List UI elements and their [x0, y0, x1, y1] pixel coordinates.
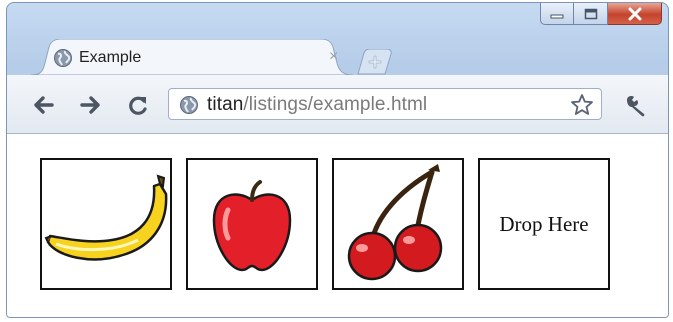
apple-tile[interactable]: [186, 158, 318, 290]
maximize-icon: [584, 8, 597, 19]
forward-arrow-icon[interactable]: [79, 95, 103, 115]
close-icon: [628, 7, 641, 20]
reload-icon[interactable]: [127, 95, 149, 117]
tab-example[interactable]: Example ×: [31, 39, 353, 76]
tab-title: Example: [79, 49, 142, 66]
minimize-button[interactable]: [540, 3, 574, 25]
drop-target[interactable]: Drop Here: [478, 158, 610, 290]
page-content: Drop Here: [7, 134, 668, 317]
close-window-button[interactable]: [608, 3, 662, 25]
banana-image: [44, 174, 168, 261]
globe-icon: [54, 49, 72, 67]
minimize-icon: [550, 14, 564, 18]
toolbar: titan/listings/example.html: [7, 75, 668, 134]
tab-close-icon[interactable]: ×: [329, 49, 338, 65]
window-controls: [540, 3, 662, 27]
back-arrow-icon[interactable]: [31, 95, 55, 115]
url-path: /listings/example.html: [243, 94, 428, 115]
wrench-icon[interactable]: [623, 94, 649, 118]
new-tab-button[interactable]: [357, 49, 395, 75]
drop-target-label: Drop Here: [499, 211, 589, 236]
address-bar[interactable]: titan/listings/example.html: [168, 88, 602, 120]
url-host: titan: [207, 94, 244, 115]
address-url: titan/listings/example.html: [207, 94, 427, 116]
banana-tile[interactable]: [40, 158, 172, 290]
cherries-tile[interactable]: [332, 158, 464, 290]
site-info-globe-icon[interactable]: [179, 95, 199, 115]
browser-window: Example × titan/listings/example.html Dr…: [6, 2, 669, 318]
maximize-button[interactable]: [574, 3, 608, 25]
apple-image: [212, 180, 292, 272]
bookmark-star-icon[interactable]: [570, 93, 594, 116]
cherries-image: [347, 164, 443, 281]
